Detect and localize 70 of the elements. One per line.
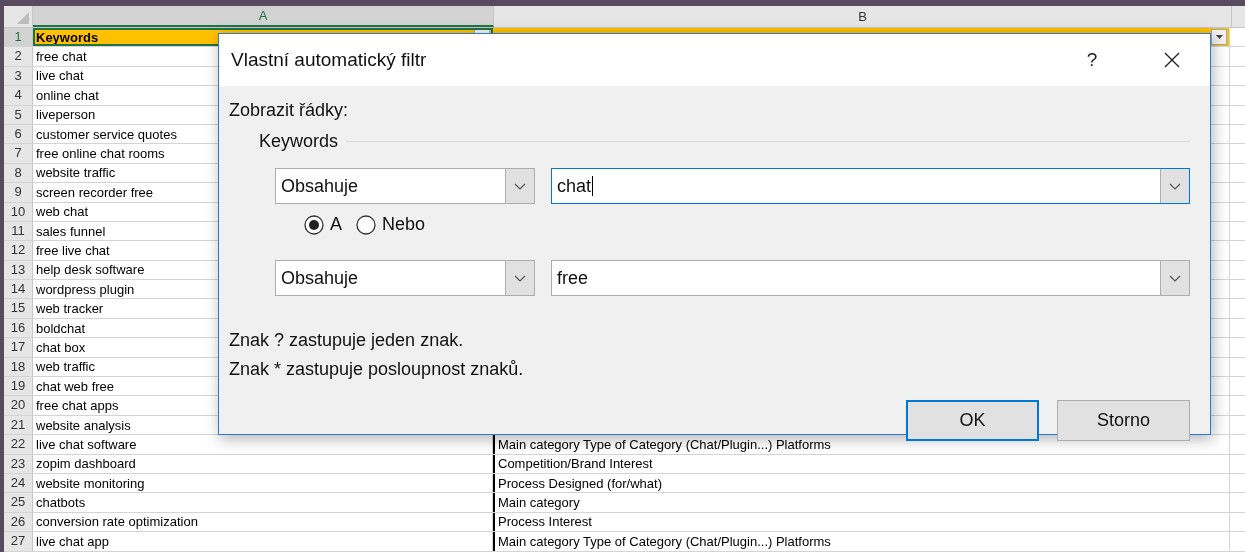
table-cell: free online chat rooms [36,146,165,162]
row-number: 14 [4,280,33,299]
row-number: 12 [4,241,33,260]
table-cell: customer service quotes [36,126,177,142]
prompt-label: Zobrazit řádky: [229,100,349,121]
operator-dropdown[interactable]: Obsahuje [275,168,535,204]
table-cell: website traffic [36,165,116,181]
dialog-button[interactable]: Storno [1057,400,1190,441]
table-cell: web tracker [36,301,104,317]
row-number: 9 [4,183,33,202]
group-label: Keywords [259,131,339,152]
window-title: Vlastní automatický filtr [231,49,428,71]
table-cell: free chat [36,49,87,65]
radio-option[interactable]: A [304,214,342,235]
table-cell: live chat app [36,533,109,549]
row-number: 1 [4,28,33,47]
table-cell: Main category [498,495,580,511]
table-cell: Main category Type of Category (Chat/Plugin...) Platforms [498,436,831,452]
row-number: 20 [4,396,33,415]
table-cell: boldchat [36,320,86,336]
table-cell: Keywords [36,29,99,45]
table-cell: web chat [36,204,89,220]
table-cell: conversion rate optimization [36,514,198,530]
value-combo-field[interactable]: free [551,260,1190,296]
table-cell: chat box [36,339,86,355]
hint-text: Znak * zastupuje posloupnost znaků. [229,359,524,380]
value-combo-field[interactable]: chat [551,168,1190,204]
table-cell: liveperson [36,107,96,123]
row-number: 2 [4,47,33,66]
column-header[interactable]: B [494,6,1232,27]
row-number: 4 [4,86,33,105]
row-number: 25 [4,493,33,512]
table-cell: live chat software [36,436,137,452]
table-cell: help desk software [36,262,145,278]
chevron-down-icon [514,182,526,190]
table-cell: wordpress plugin [36,281,135,297]
table-cell: zopim dashboard [36,456,136,472]
dialog-button[interactable]: OK [906,400,1039,441]
row-number: 19 [4,377,33,396]
hint-text: Znak ? zastupuje jeden znak. [229,330,464,351]
table-cell: screen recorder free [36,184,154,200]
row-number: 22 [4,435,33,454]
chevron-down-icon [1169,274,1181,282]
table-cell: web traffic [36,359,95,375]
operator-dropdown[interactable]: Obsahuje [275,260,535,296]
table-cell: sales funnel [36,223,106,239]
table-cell: online chat [36,87,99,103]
row-number: 17 [4,338,33,357]
radio-option[interactable]: Nebo [356,214,426,235]
table-cell: Competition/Brand Interest [498,456,653,472]
table-cell: website analysis [36,417,131,433]
table-cell: free live chat [36,243,110,258]
caret-icon [1215,35,1223,40]
table-cell: free chat apps [36,398,119,414]
row-number: 27 [4,532,33,551]
filter-dropdown-button[interactable] [1211,29,1227,46]
row-number: 7 [4,144,33,163]
table-cell: live chat [36,68,84,84]
row-number: 15 [4,299,33,318]
table-cell: Process Interest [498,514,592,530]
chevron-down-icon [1169,182,1181,190]
table-cell: Main category Type of Category (Chat/Plugin...) Platforms [498,533,831,549]
table-cell: chatbots [36,495,86,511]
help-button[interactable]: ? [1082,43,1102,77]
table-cell: Process Designed (for/what) [498,475,662,491]
column-header[interactable]: A [33,6,494,27]
table-cell: chat web free [36,378,115,394]
close-icon [1164,52,1180,68]
table-cell: website monitoring [36,475,145,491]
chevron-down-icon [514,274,526,282]
